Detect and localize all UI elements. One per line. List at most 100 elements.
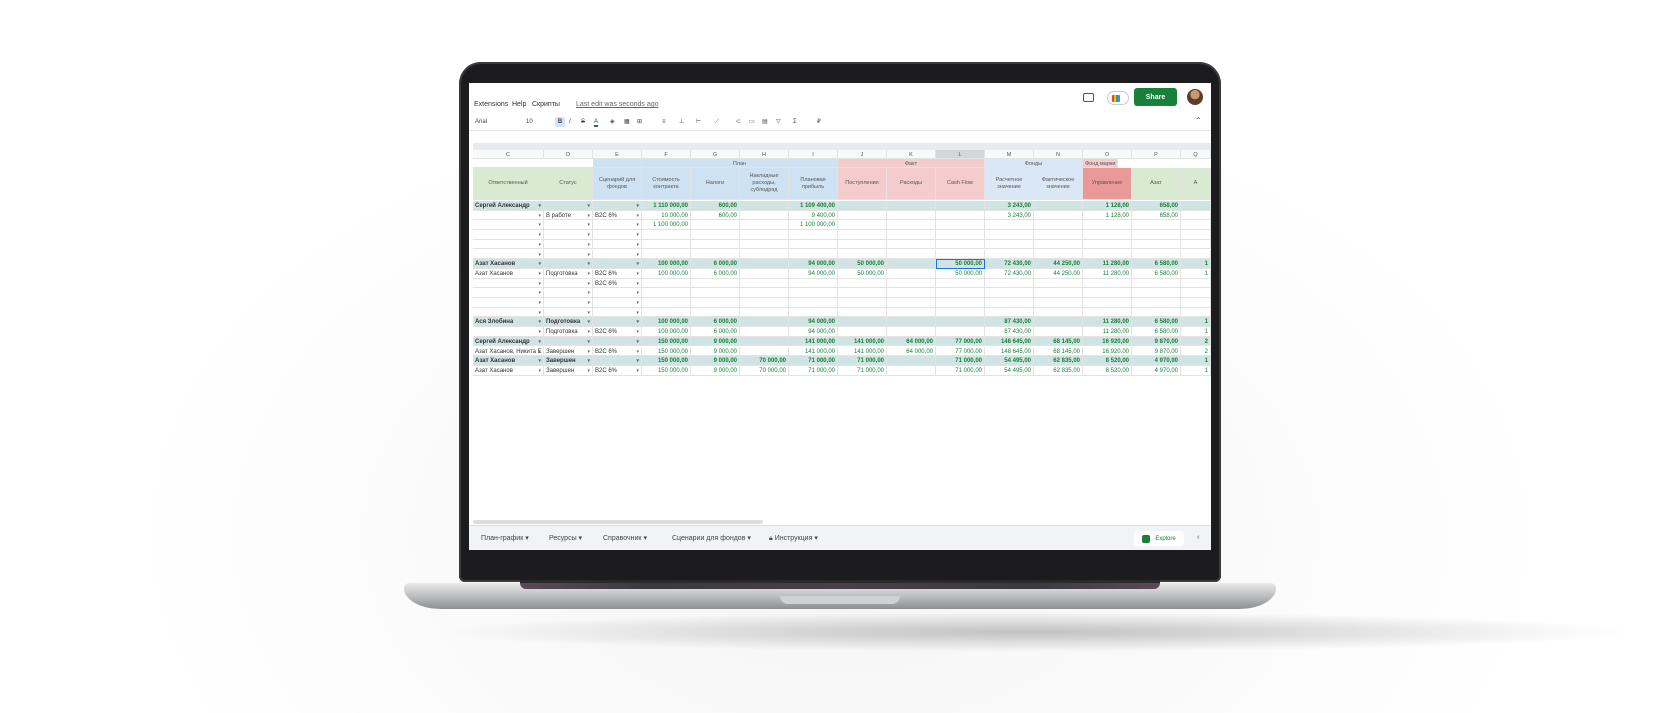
- table-cell[interactable]: 141 000,00: [838, 336, 887, 347]
- table-cell[interactable]: [936, 201, 985, 211]
- table-cell[interactable]: 70 000,00: [740, 356, 789, 366]
- borders-icon[interactable]: ▦: [624, 117, 630, 127]
- table-cell[interactable]: [887, 317, 936, 328]
- table-cell[interactable]: 94 000,00: [789, 259, 838, 269]
- table-cell[interactable]: [887, 288, 936, 298]
- table-cell[interactable]: 50 000,00: [936, 259, 985, 269]
- column-letter[interactable]: K: [887, 150, 936, 159]
- table-cell[interactable]: [1083, 230, 1132, 240]
- table-cell[interactable]: [740, 220, 789, 231]
- column-header[interactable]: Азат: [1132, 168, 1181, 200]
- column-header[interactable]: Плановая прибыль: [789, 168, 838, 200]
- table-cell[interactable]: [740, 249, 789, 260]
- dropdown-arrow-icon[interactable]: ▾: [538, 230, 541, 239]
- table-cell[interactable]: [1181, 288, 1211, 298]
- table-cell[interactable]: 100 000,00: [642, 268, 691, 279]
- table-cell[interactable]: 87 430,00: [985, 317, 1034, 328]
- table-cell[interactable]: [887, 268, 936, 279]
- table-cell[interactable]: 68 145,00: [1034, 346, 1083, 357]
- table-cell[interactable]: [838, 288, 887, 298]
- table-cell[interactable]: 3 243,00: [985, 210, 1034, 221]
- table-cell[interactable]: [1034, 278, 1083, 289]
- table-cell[interactable]: 6 000,00: [691, 259, 740, 269]
- comment-add-icon[interactable]: ▭: [749, 117, 755, 127]
- table-cell[interactable]: [887, 278, 936, 289]
- table-cell[interactable]: 6 580,00: [1132, 317, 1181, 328]
- table-cell[interactable]: [789, 298, 838, 308]
- table-cell[interactable]: [936, 317, 985, 328]
- table-cell[interactable]: [838, 317, 887, 328]
- table-cell[interactable]: 44 250,00: [1034, 268, 1083, 279]
- table-cell[interactable]: 150 000,00: [642, 346, 691, 357]
- chart-icon[interactable]: ▤: [762, 117, 768, 127]
- table-cell[interactable]: Азат Хасанов ▾: [473, 268, 544, 279]
- table-cell[interactable]: ▾: [544, 298, 593, 308]
- table-cell[interactable]: [740, 278, 789, 289]
- table-cell[interactable]: ▾: [473, 288, 544, 298]
- table-cell[interactable]: ▾: [473, 210, 544, 221]
- table-cell[interactable]: [1181, 249, 1211, 260]
- table-cell[interactable]: [789, 230, 838, 240]
- table-cell[interactable]: 1 128,00: [1083, 201, 1132, 211]
- table-cell[interactable]: 6 580,00: [1132, 268, 1181, 279]
- table-cell[interactable]: [985, 249, 1034, 260]
- table-cell[interactable]: ▾: [593, 307, 642, 318]
- table-cell[interactable]: [1132, 278, 1181, 289]
- dropdown-arrow-icon[interactable]: ▾: [636, 327, 639, 336]
- table-cell[interactable]: 54 495,00: [985, 356, 1034, 366]
- functions-icon[interactable]: Σ: [793, 117, 797, 127]
- table-cell[interactable]: ▾: [544, 249, 593, 260]
- table-cell[interactable]: ▾: [544, 307, 593, 318]
- dropdown-arrow-icon[interactable]: ▾: [538, 337, 541, 346]
- table-cell[interactable]: 9 000,00: [691, 365, 740, 376]
- dropdown-arrow-icon[interactable]: ▾: [636, 337, 639, 346]
- table-cell[interactable]: ▾: [473, 220, 544, 231]
- table-cell[interactable]: ▾: [593, 288, 642, 298]
- table-cell[interactable]: [1083, 278, 1132, 289]
- table-cell[interactable]: [789, 239, 838, 250]
- column-letter[interactable]: J: [838, 150, 887, 159]
- fill-color-icon[interactable]: ◈: [610, 117, 615, 127]
- table-cell[interactable]: 77 000,00: [936, 336, 985, 347]
- table-cell[interactable]: 62 835,00: [1034, 356, 1083, 366]
- table-cell[interactable]: [1132, 298, 1181, 308]
- table-cell[interactable]: [936, 288, 985, 298]
- dropdown-arrow-icon[interactable]: ▾: [587, 279, 590, 288]
- tab-scenarii[interactable]: Сценарии для фондов ▾: [672, 534, 751, 542]
- dropdown-arrow-icon[interactable]: ▾: [587, 230, 590, 239]
- table-cell[interactable]: 658,00: [1132, 210, 1181, 221]
- table-cell[interactable]: 9 000,00: [691, 346, 740, 357]
- table-cell[interactable]: [789, 288, 838, 298]
- dropdown-arrow-icon[interactable]: ▾: [587, 298, 590, 307]
- table-cell[interactable]: 141 000,00: [789, 336, 838, 347]
- table-cell[interactable]: ▾: [473, 307, 544, 318]
- table-cell[interactable]: 2: [1181, 346, 1211, 357]
- table-cell[interactable]: Завершен ▾: [544, 356, 593, 366]
- dropdown-arrow-icon[interactable]: ▾: [538, 279, 541, 288]
- input-tools-icon[interactable]: ₽: [817, 117, 821, 127]
- table-cell[interactable]: 16 920,00: [1083, 346, 1132, 357]
- rotate-icon[interactable]: ⟋: [715, 117, 719, 127]
- table-cell[interactable]: [887, 210, 936, 221]
- table-cell[interactable]: [887, 201, 936, 211]
- table-cell[interactable]: Подготовка ▾: [544, 317, 593, 328]
- column-header[interactable]: Накладные расходы, субподряд: [740, 168, 789, 200]
- horizontal-scrollbar[interactable]: [473, 520, 763, 524]
- link-icon[interactable]: ⊂: [736, 117, 741, 127]
- table-cell[interactable]: ▾: [473, 230, 544, 240]
- table-cell[interactable]: [740, 298, 789, 308]
- font-select[interactable]: Arial: [475, 117, 487, 127]
- tab-plan-grafik[interactable]: План-график ▾: [481, 534, 529, 542]
- table-cell[interactable]: [789, 307, 838, 318]
- table-cell[interactable]: [838, 201, 887, 211]
- table-cell[interactable]: [691, 249, 740, 260]
- table-cell[interactable]: [691, 220, 740, 231]
- dropdown-arrow-icon[interactable]: ▾: [587, 211, 590, 220]
- dropdown-arrow-icon[interactable]: ▾: [636, 230, 639, 239]
- dropdown-arrow-icon[interactable]: ▾: [587, 327, 590, 336]
- dropdown-arrow-icon[interactable]: ▾: [636, 317, 639, 326]
- table-cell[interactable]: [1181, 239, 1211, 250]
- table-cell[interactable]: 3 243,00: [985, 201, 1034, 211]
- column-header[interactable]: Ответственный: [473, 168, 544, 200]
- table-cell[interactable]: [985, 307, 1034, 318]
